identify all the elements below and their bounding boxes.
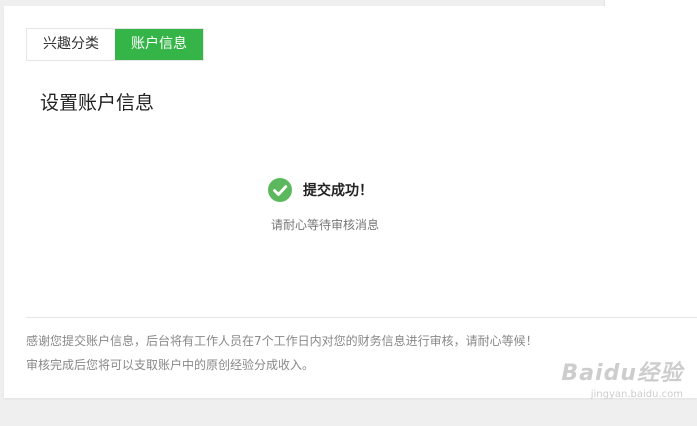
- success-message: 提交成功！: [268, 178, 373, 202]
- check-circle-icon: [268, 178, 292, 202]
- divider: [26, 317, 697, 318]
- watermark-brand: Baidu经验: [561, 361, 683, 386]
- watermark-url: jingyan.baidu.com: [590, 389, 683, 400]
- page-title: 设置账户信息: [40, 92, 155, 114]
- review-note-line2: 审核完成后您将可以支取账户中的原创经验分成收入。: [26, 358, 315, 372]
- success-subtitle: 请耐心等待审核消息: [271, 218, 380, 232]
- page: 兴趣分类 账户信息 设置账户信息 提交成功！ 请耐心等待审核消息 感谢您提交账户…: [0, 0, 697, 426]
- success-title: 提交成功！: [303, 183, 373, 199]
- watermark-logo: Baidu经验 jingyan.baidu.com: [561, 355, 683, 400]
- tab-account-info[interactable]: 账户信息: [115, 29, 203, 60]
- account-card: 兴趣分类 账户信息 设置账户信息 提交成功！ 请耐心等待审核消息 感谢您提交账户…: [4, 6, 697, 400]
- review-note-line1: 感谢您提交账户信息，后台将有工作人员在7个工作日内对您的财务信息进行审核，请耐心…: [26, 334, 538, 348]
- tab-interest-category[interactable]: 兴趣分类: [27, 29, 115, 60]
- tab-bar: 兴趣分类 账户信息: [26, 28, 204, 61]
